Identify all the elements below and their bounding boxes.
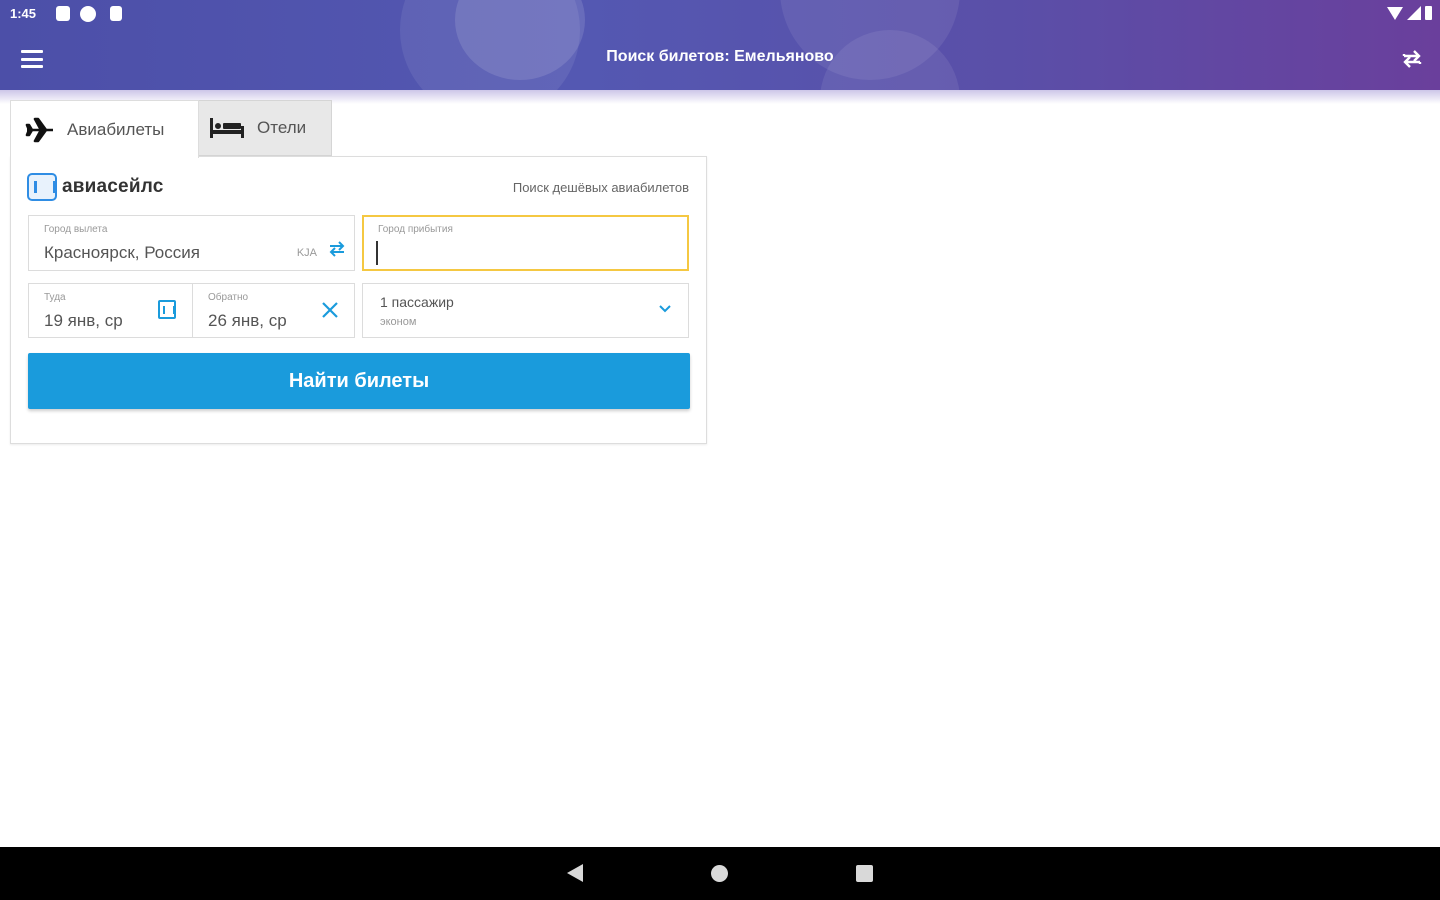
system-nav-bar	[0, 847, 1440, 900]
page-title: Поиск билетов: Емельяново	[606, 48, 834, 65]
return-date-field[interactable]: Обратно 26 янв, ср	[192, 283, 355, 338]
passengers-count: 1 пассажир	[380, 294, 454, 310]
flight-search-card: авиасейлс Поиск дешёвых авиабилетов Горо…	[10, 156, 707, 444]
sd-card-icon	[110, 6, 122, 21]
depart-label: Туда	[44, 292, 66, 303]
search-tickets-button[interactable]: Найти билеты	[28, 353, 690, 409]
chevron-down-icon[interactable]	[658, 304, 672, 314]
destination-input[interactable]	[376, 241, 676, 265]
depart-date-field[interactable]: Туда 19 янв, ср	[28, 283, 193, 338]
depart-value: 19 янв, ср	[44, 311, 123, 330]
swap-cities-icon[interactable]	[328, 241, 346, 257]
aviasales-logo-icon	[27, 173, 57, 201]
app-bar: Поиск билетов: Емельяново	[0, 28, 1440, 90]
status-bar: 1:45	[0, 0, 1440, 28]
recents-icon[interactable]	[856, 865, 873, 882]
signal-icon	[1407, 6, 1421, 20]
brand-tagline: Поиск дешёвых авиабилетов	[512, 180, 689, 195]
back-icon[interactable]	[567, 864, 583, 882]
brand-name: авиасейлс	[62, 176, 164, 197]
destination-label: Город прибытия	[378, 224, 453, 235]
status-time: 1:45	[10, 6, 37, 21]
tab-hotels[interactable]: Отели	[198, 100, 332, 156]
battery-icon	[1425, 6, 1432, 20]
notification-icon	[56, 6, 70, 21]
app-header: 1:45 Поиск билетов: Емельяново	[0, 0, 1440, 90]
origin-field[interactable]: Город вылета Красноярск, Россия KJA	[28, 215, 355, 271]
tab-flights-label: Авиабилеты	[67, 119, 165, 139]
airplane-icon	[25, 117, 53, 142]
status-indicators	[1387, 6, 1432, 20]
wifi-icon	[1387, 6, 1403, 20]
bed-icon	[210, 118, 244, 138]
tab-hotels-label: Отели	[257, 118, 307, 137]
return-value: 26 янв, ср	[208, 311, 287, 330]
return-label: Обратно	[208, 292, 249, 303]
tab-flights[interactable]: Авиабилеты	[10, 100, 199, 158]
swap-sync-icon[interactable]	[1400, 48, 1424, 70]
origin-iata: KJA	[296, 247, 317, 259]
brand-logo: авиасейлс	[27, 173, 164, 201]
origin-value: Красноярск, Россия	[44, 243, 200, 262]
calendar-icon[interactable]	[158, 300, 176, 319]
origin-label: Город вылета	[44, 224, 108, 235]
notification-icon	[80, 6, 96, 22]
destination-field[interactable]: Город прибытия	[362, 215, 689, 271]
cabin-class: эконом	[380, 316, 417, 328]
close-icon[interactable]	[320, 300, 340, 320]
home-icon[interactable]	[711, 865, 728, 882]
passengers-field[interactable]: 1 пассажир эконом	[362, 283, 689, 338]
